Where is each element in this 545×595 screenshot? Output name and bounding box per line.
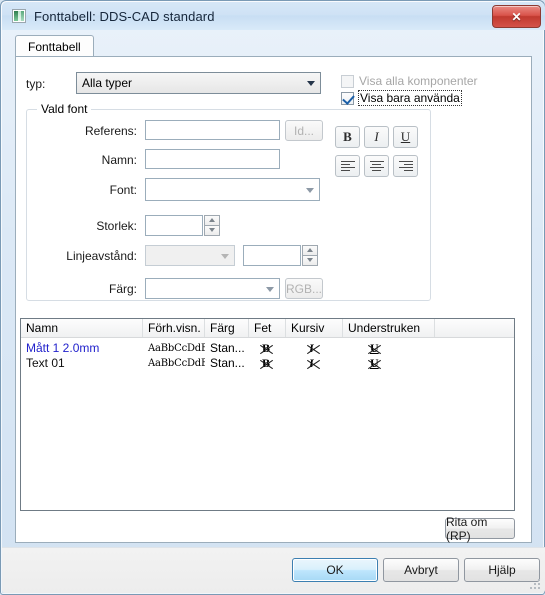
cell-underline: U (370, 341, 379, 355)
checkbox-only-used[interactable]: Visa bara använda (341, 90, 462, 106)
cell-italic: I (309, 356, 314, 370)
checkbox-only-used-label: Visa bara använda (358, 90, 462, 106)
type-combo-value: Alla typer (82, 76, 133, 90)
reference-label: Referens: (84, 124, 137, 138)
size-input[interactable] (145, 215, 203, 236)
italic-button[interactable]: I (364, 126, 389, 148)
cell-bold: B (262, 341, 271, 355)
linespacing-stepper[interactable] (302, 245, 318, 266)
cell-preview: AaBbCcDdEe (148, 343, 205, 354)
tab-strip: Fonttabell (15, 35, 531, 57)
font-table[interactable]: Namn Förh.visn. Färg Fet Kursiv Understr… (20, 318, 515, 511)
resize-grip[interactable] (530, 579, 542, 591)
redraw-button[interactable]: Rita om (RP) (445, 515, 515, 543)
size-stepper[interactable] (204, 215, 220, 236)
cell-name: Text 01 (26, 356, 65, 370)
size-label: Storlek: (96, 219, 137, 233)
column-header-fet[interactable]: Fet (249, 319, 286, 337)
dialog-footer: OK Avbryt Hjälp (2, 547, 545, 593)
cell-underline: U (370, 356, 379, 370)
stepper-up-icon (204, 215, 220, 226)
color-label: Färg: (108, 282, 137, 296)
table-row[interactable]: Text 01 AaBbCcDdEe Stan... B I U (21, 356, 514, 371)
align-left-icon (340, 160, 355, 172)
column-header-farg[interactable]: Färg (205, 319, 249, 337)
reference-input[interactable] (145, 120, 280, 140)
checkbox-box (341, 91, 354, 105)
type-combo[interactable]: Alla typer (76, 72, 321, 94)
checkbox-box (341, 74, 354, 88)
font-label: Font: (109, 183, 137, 197)
checkbox-all-components-label: Visa alla komponenter (359, 74, 478, 88)
cell-bold: B (262, 356, 271, 370)
linespacing-label: Linjeavstånd: (66, 249, 137, 263)
type-label: typ: (26, 77, 46, 91)
column-header-kursiv[interactable]: Kursiv (286, 319, 343, 337)
close-button[interactable]: ✕ (492, 5, 541, 28)
column-header-spacer (435, 319, 516, 337)
font-combo[interactable] (145, 178, 320, 201)
cell-color: Stan... (210, 356, 245, 370)
table-header: Namn Förh.visn. Färg Fet Kursiv Understr… (21, 319, 514, 338)
italic-label: I (374, 129, 379, 144)
underline-button[interactable]: U (393, 126, 418, 148)
column-header-understruken[interactable]: Understruken (343, 319, 435, 337)
align-right-button[interactable] (393, 155, 418, 177)
title-bar[interactable]: Fonttabell: DDS-CAD standard ✕ (2, 2, 545, 30)
align-right-icon (398, 160, 413, 172)
bold-button[interactable]: B (335, 126, 360, 148)
stepper-up-icon (302, 245, 318, 256)
underline-label: U (400, 129, 411, 144)
help-button[interactable]: Hjälp (464, 558, 540, 582)
tab-fonttabell[interactable]: Fonttabell (15, 35, 94, 57)
stepper-down-icon (302, 255, 318, 266)
bold-label: B (343, 129, 352, 144)
cell-color: Stan... (210, 341, 245, 355)
color-combo[interactable] (145, 278, 280, 299)
align-left-button[interactable] (335, 155, 360, 177)
name-label: Namn: (101, 153, 137, 167)
id-button[interactable]: Id... (285, 120, 323, 141)
chevron-down-icon (221, 253, 229, 259)
cell-name: Mått 1 2.0mm (26, 341, 100, 355)
ok-button[interactable]: OK (292, 558, 378, 582)
chevron-down-icon (306, 187, 314, 193)
selected-font-caption: Vald font (37, 102, 92, 116)
align-center-icon (369, 160, 384, 172)
name-input[interactable] (145, 149, 280, 169)
chevron-down-icon (307, 81, 315, 86)
cell-italic: I (309, 341, 314, 355)
column-header-namn[interactable]: Namn (21, 319, 143, 337)
stepper-down-icon (204, 225, 220, 236)
cancel-button[interactable]: Avbryt (383, 558, 459, 582)
checkbox-all-components[interactable]: Visa alla komponenter (341, 74, 478, 88)
linespacing-input[interactable] (243, 245, 301, 266)
chevron-down-icon (266, 286, 274, 292)
app-icon (12, 9, 26, 23)
column-header-forhvisn[interactable]: Förh.visn. (143, 319, 205, 337)
table-row[interactable]: Mått 1 2.0mm AaBbCcDdEe Stan... B I U (21, 341, 514, 356)
window-title: Fonttabell: DDS-CAD standard (34, 8, 215, 24)
linespacing-combo[interactable] (145, 245, 235, 266)
rgb-button[interactable]: RGB... (285, 278, 323, 299)
dialog-window: Fonttabell: DDS-CAD standard ✕ Fonttabel… (0, 0, 545, 595)
tab-page: typ: Alla typer Visa alla komponenter Vi… (15, 56, 532, 543)
align-center-button[interactable] (364, 155, 389, 177)
cell-preview: AaBbCcDdEe (148, 358, 205, 369)
